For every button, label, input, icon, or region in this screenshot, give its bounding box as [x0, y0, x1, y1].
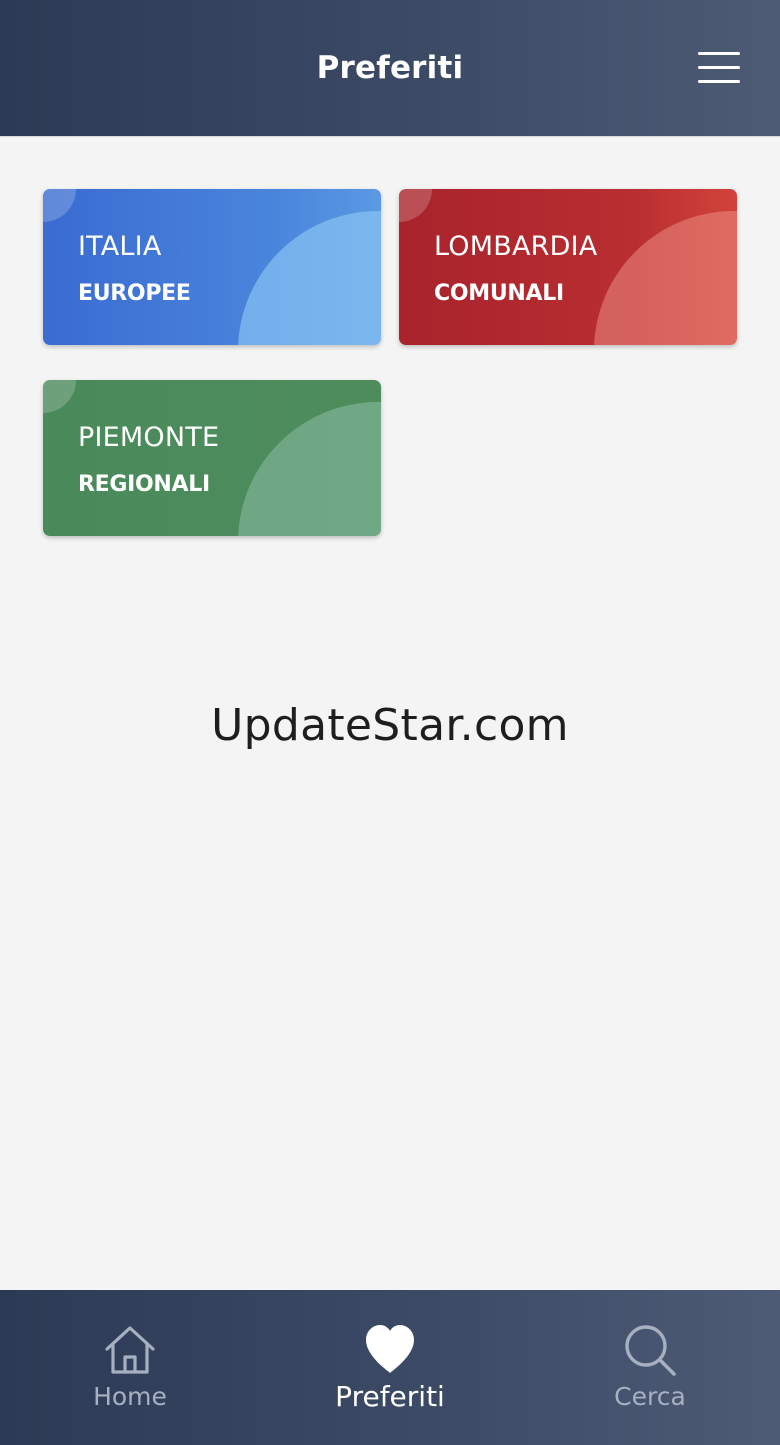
search-icon — [625, 1325, 676, 1376]
card-region-name: LOMBARDIA — [434, 231, 598, 262]
card-decoration — [594, 211, 737, 345]
card-decoration — [399, 189, 432, 222]
nav-item-preferiti[interactable]: Preferiti — [260, 1290, 520, 1445]
nav-label-home: Home — [93, 1382, 167, 1411]
card-decoration — [238, 211, 381, 345]
favorite-card-italia[interactable]: ITALIA EUROPEE — [43, 189, 381, 345]
home-icon — [105, 1326, 155, 1374]
card-election-type: COMUNALI — [434, 281, 564, 306]
hamburger-menu-icon[interactable] — [692, 46, 746, 90]
card-region-name: ITALIA — [78, 231, 162, 262]
bottom-nav: Home Preferiti Cerca — [0, 1290, 780, 1445]
favorite-card-piemonte[interactable]: PIEMONTE REGIONALI — [43, 380, 381, 536]
card-region-name: PIEMONTE — [78, 422, 220, 453]
card-decoration — [238, 402, 381, 536]
card-decoration — [43, 189, 76, 222]
nav-item-cerca[interactable]: Cerca — [520, 1290, 780, 1445]
nav-label-preferiti: Preferiti — [335, 1380, 445, 1413]
nav-label-cerca: Cerca — [614, 1382, 686, 1411]
watermark-text: UpdateStar.com — [211, 700, 569, 751]
favorite-card-lombardia[interactable]: LOMBARDIA COMUNALI — [399, 189, 737, 345]
card-decoration — [43, 380, 76, 413]
heart-icon — [366, 1325, 414, 1373]
page-title: Preferiti — [316, 50, 464, 86]
app-screen: Preferiti ITALIA EUROPEE LOMBARDIA COMUN… — [0, 0, 780, 1445]
card-election-type: EUROPEE — [78, 281, 191, 306]
card-election-type: REGIONALI — [78, 472, 210, 497]
app-header: Preferiti — [0, 0, 780, 137]
nav-item-home[interactable]: Home — [0, 1290, 260, 1445]
